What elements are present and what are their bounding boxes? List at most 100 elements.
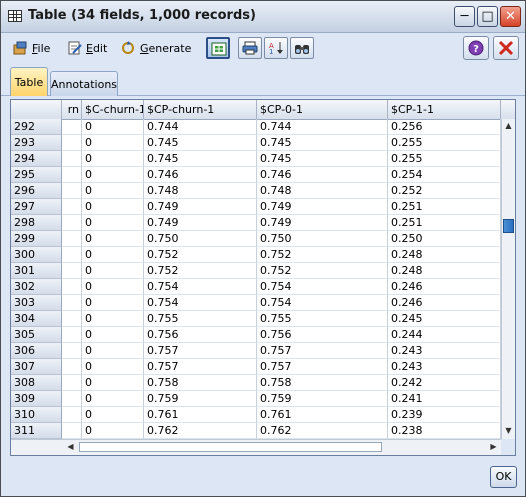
table-row[interactable]: 306 0 0.757 0.757 0.243	[11, 343, 501, 359]
table-cell[interactable]: 0.242	[388, 375, 501, 391]
vertical-scroll-thumb[interactable]	[503, 219, 514, 233]
table-cell[interactable]: 0	[82, 311, 144, 327]
edit-menu[interactable]: Edit	[67, 40, 107, 56]
table-cell[interactable]: 0.757	[257, 359, 388, 375]
table-cell[interactable]: 0.255	[388, 151, 501, 167]
table-cell[interactable]: 0.246	[388, 279, 501, 295]
table-cell[interactable]: 0	[82, 183, 144, 199]
table-cell[interactable]: 0.256	[388, 119, 501, 135]
maximize-button[interactable]: □	[477, 6, 498, 27]
row-number[interactable]: 297	[11, 199, 62, 215]
table-cell[interactable]	[62, 199, 82, 215]
table-cell[interactable]: 0.252	[388, 183, 501, 199]
table-row[interactable]: 303 0 0.754 0.754 0.246	[11, 295, 501, 311]
table-cell[interactable]	[62, 135, 82, 151]
table-cell[interactable]: 0.241	[388, 391, 501, 407]
scroll-right-arrow-icon[interactable]: ▶	[487, 440, 500, 454]
find-button[interactable]	[290, 37, 314, 59]
table-row[interactable]: 297 0 0.749 0.749 0.251	[11, 199, 501, 215]
table-cell[interactable]: 0.251	[388, 215, 501, 231]
table-cell[interactable]	[62, 391, 82, 407]
column-header[interactable]: $CP-1-1	[388, 100, 501, 119]
table-cell[interactable]: 0.245	[388, 311, 501, 327]
table-cell[interactable]	[62, 327, 82, 343]
table-row[interactable]: 300 0 0.752 0.752 0.248	[11, 247, 501, 263]
table-cell[interactable]: 0.752	[144, 263, 257, 279]
table-cell[interactable]: 0.752	[144, 247, 257, 263]
table-cell[interactable]: 0.757	[257, 343, 388, 359]
ok-button[interactable]: OK	[490, 466, 517, 488]
table-row[interactable]: 296 0 0.748 0.748 0.252	[11, 183, 501, 199]
row-number[interactable]: 304	[11, 311, 62, 327]
table-cell[interactable]: 0.752	[257, 247, 388, 263]
table-cell[interactable]	[62, 295, 82, 311]
row-number[interactable]: 311	[11, 423, 62, 439]
table-cell[interactable]: 0.750	[144, 231, 257, 247]
table-cell[interactable]	[62, 167, 82, 183]
horizontal-scrollbar[interactable]: ◀ ▶	[11, 439, 501, 455]
table-cell[interactable]: 0.758	[144, 375, 257, 391]
table-cell[interactable]: 0.744	[144, 119, 257, 135]
table-cell[interactable]: 0	[82, 247, 144, 263]
table-cell[interactable]	[62, 151, 82, 167]
table-cell[interactable]: 0.754	[144, 295, 257, 311]
table-cell[interactable]: 0	[82, 407, 144, 423]
row-number[interactable]: 302	[11, 279, 62, 295]
table-cell[interactable]: 0.251	[388, 199, 501, 215]
table-cell[interactable]: 0.755	[257, 311, 388, 327]
table-cell[interactable]	[62, 407, 82, 423]
table-cell[interactable]: 0.745	[257, 151, 388, 167]
column-header[interactable]: $CP-0-1	[257, 100, 388, 119]
table-row[interactable]: 307 0 0.757 0.757 0.243	[11, 359, 501, 375]
row-number[interactable]: 295	[11, 167, 62, 183]
table-cell[interactable]: 0.749	[257, 215, 388, 231]
table-cell[interactable]: 0.757	[144, 343, 257, 359]
table-cell[interactable]: 0.759	[144, 391, 257, 407]
table-cell[interactable]: 0	[82, 375, 144, 391]
table-cell[interactable]	[62, 359, 82, 375]
table-row[interactable]: 292 0 0.744 0.744 0.256	[11, 119, 501, 135]
table-cell[interactable]: 0.745	[144, 151, 257, 167]
table-cell[interactable]: 0.761	[257, 407, 388, 423]
table-row[interactable]: 310 0 0.761 0.761 0.239	[11, 407, 501, 423]
row-number[interactable]: 293	[11, 135, 62, 151]
table-row[interactable]: 293 0 0.745 0.745 0.255	[11, 135, 501, 151]
table-cell[interactable]: 0.248	[388, 263, 501, 279]
table-row[interactable]: 311 0 0.762 0.762 0.238	[11, 423, 501, 439]
table-cell[interactable]: 0	[82, 327, 144, 343]
table-cell[interactable]: 0.238	[388, 423, 501, 439]
table-cell[interactable]: 0.243	[388, 343, 501, 359]
table-cell[interactable]: 0.246	[388, 295, 501, 311]
table-cell[interactable]	[62, 247, 82, 263]
table-cell[interactable]: 0.244	[388, 327, 501, 343]
column-header[interactable]: $CP-churn-1	[144, 100, 257, 119]
column-header[interactable]: $C-churn-1	[82, 100, 144, 119]
close-window-button[interactable]: ✕	[500, 6, 521, 27]
row-number[interactable]: 296	[11, 183, 62, 199]
table-cell[interactable]: 0.754	[257, 279, 388, 295]
table-cell[interactable]: 0.762	[257, 423, 388, 439]
row-number[interactable]: 292	[11, 119, 62, 135]
print-button[interactable]	[238, 37, 262, 59]
table-cell[interactable]: 0	[82, 279, 144, 295]
table-cell[interactable]: 0.756	[144, 327, 257, 343]
table-cell[interactable]	[62, 375, 82, 391]
table-cell[interactable]: 0.752	[257, 263, 388, 279]
table-cell[interactable]: 0	[82, 423, 144, 439]
table-cell[interactable]: 0.250	[388, 231, 501, 247]
table-cell[interactable]: 0	[82, 151, 144, 167]
table-row[interactable]: 294 0 0.745 0.745 0.255	[11, 151, 501, 167]
table-cell[interactable]	[62, 263, 82, 279]
table-cell[interactable]: 0.761	[144, 407, 257, 423]
table-row[interactable]: 299 0 0.750 0.750 0.250	[11, 231, 501, 247]
table-row[interactable]: 302 0 0.754 0.754 0.246	[11, 279, 501, 295]
row-number[interactable]: 301	[11, 263, 62, 279]
row-number[interactable]: 310	[11, 407, 62, 423]
table-cell[interactable]: 0	[82, 263, 144, 279]
row-number[interactable]: 303	[11, 295, 62, 311]
table-cell[interactable]: 0.243	[388, 359, 501, 375]
table-cell[interactable]: 0.756	[257, 327, 388, 343]
row-number[interactable]: 299	[11, 231, 62, 247]
table-cell[interactable]: 0	[82, 391, 144, 407]
table-cell[interactable]: 0.746	[257, 167, 388, 183]
